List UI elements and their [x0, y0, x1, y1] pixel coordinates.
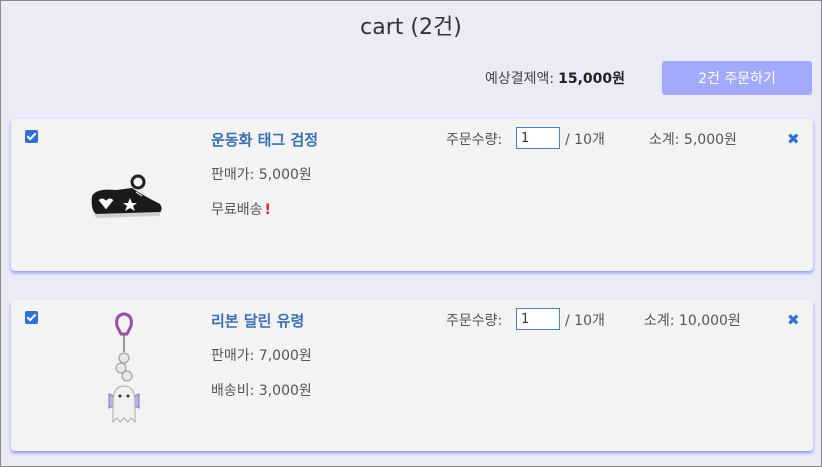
subtotal: 소계: 5,000원 — [649, 132, 737, 148]
shipping-info: 무료배송! — [211, 199, 271, 219]
quantity-input[interactable] — [516, 127, 560, 149]
subtotal: 소계: 10,000원 — [644, 313, 741, 329]
sneaker-charm-icon — [91, 174, 162, 218]
exclamation-icon: ! — [264, 202, 271, 218]
item-select-checkbox[interactable] — [25, 311, 38, 324]
remove-item-icon[interactable]: ✖ — [787, 130, 800, 148]
sale-price: 판매가: 7,000원 — [211, 348, 312, 364]
shipping-fee: 배송비: 3,000원 — [211, 383, 312, 399]
ghost-keychain-icon — [108, 312, 140, 424]
page-title: cart (2건) — [360, 15, 462, 40]
order-button[interactable]: 2건 주문하기 — [662, 61, 812, 95]
estimated-total-label: 예상결제액: — [485, 71, 555, 87]
quantity-label: 주문수량: — [446, 132, 503, 148]
quantity-label: 주문수량: — [446, 313, 503, 329]
quantity-max: / 10개 — [565, 132, 605, 148]
quantity-input[interactable] — [516, 308, 560, 330]
cart-item: 리본 달린 유령 판매가: 7,000원 배송비: 3,000원 주문수량: /… — [11, 300, 813, 451]
product-image — [86, 174, 166, 224]
estimated-total: 예상결제액: 15,000원 — [485, 68, 625, 88]
estimated-total-value: 15,000원 — [558, 71, 626, 87]
item-select-checkbox[interactable] — [25, 130, 38, 143]
quantity-max: / 10개 — [565, 313, 605, 329]
cart-item: 운동화 태그 검정 판매가: 5,000원 무료배송! 주문수량: / 10개 … — [11, 119, 813, 271]
product-name-link[interactable]: 리본 달린 유령 — [211, 310, 304, 331]
product-name-link[interactable]: 운동화 태그 검정 — [211, 129, 318, 150]
shipping-text: 무료배송 — [211, 202, 263, 218]
sale-price: 판매가: 5,000원 — [211, 167, 312, 183]
product-image — [101, 310, 151, 435]
remove-item-icon[interactable]: ✖ — [787, 311, 800, 329]
